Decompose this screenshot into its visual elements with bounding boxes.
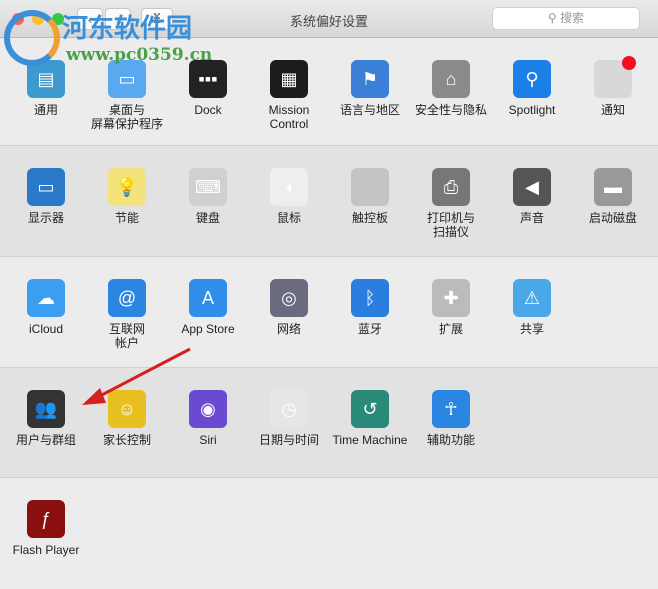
red-arrow-annotation [82, 347, 191, 405]
